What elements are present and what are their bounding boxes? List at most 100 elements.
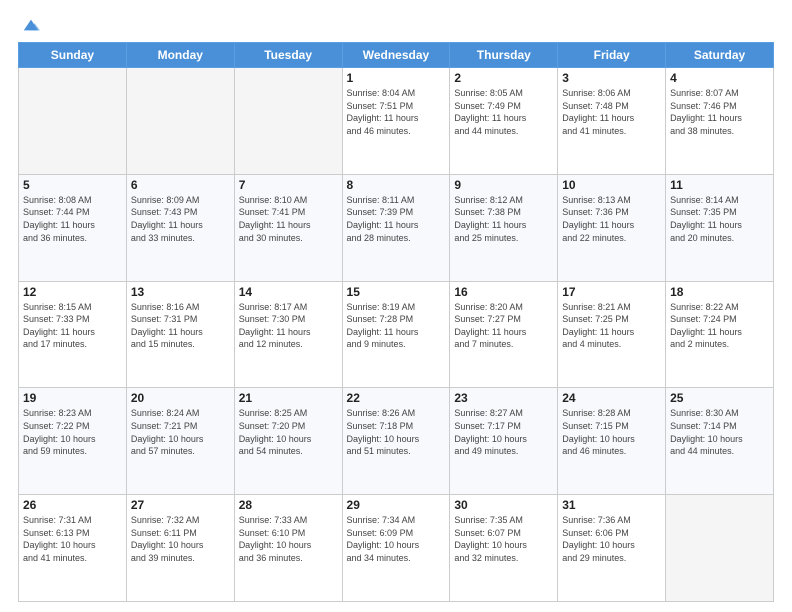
calendar-cell xyxy=(19,68,127,175)
day-info: Sunrise: 7:31 AM Sunset: 6:13 PM Dayligh… xyxy=(23,514,122,564)
day-info: Sunrise: 8:05 AM Sunset: 7:49 PM Dayligh… xyxy=(454,87,553,137)
day-info: Sunrise: 8:24 AM Sunset: 7:21 PM Dayligh… xyxy=(131,407,230,457)
day-info: Sunrise: 8:22 AM Sunset: 7:24 PM Dayligh… xyxy=(670,301,769,351)
day-info: Sunrise: 8:15 AM Sunset: 7:33 PM Dayligh… xyxy=(23,301,122,351)
calendar-table: SundayMondayTuesdayWednesdayThursdayFrid… xyxy=(18,42,774,602)
day-number: 11 xyxy=(670,178,769,192)
logo xyxy=(18,16,40,34)
day-info: Sunrise: 8:11 AM Sunset: 7:39 PM Dayligh… xyxy=(347,194,446,244)
calendar-week-4: 19Sunrise: 8:23 AM Sunset: 7:22 PM Dayli… xyxy=(19,388,774,495)
day-number: 14 xyxy=(239,285,338,299)
weekday-header-saturday: Saturday xyxy=(666,43,774,68)
day-number: 24 xyxy=(562,391,661,405)
calendar-cell: 16 Sunrise: 8:20 AM Sunset: 7:27 PM Dayli… xyxy=(450,281,558,388)
calendar-cell: 24Sunrise: 8:28 AM Sunset: 7:15 PM Dayli… xyxy=(558,388,666,495)
calendar-cell: 1 Sunrise: 8:04 AM Sunset: 7:51 PM Daylig… xyxy=(342,68,450,175)
calendar-cell: 20 Sunrise: 8:24 AM Sunset: 7:21 PM Dayli… xyxy=(126,388,234,495)
calendar-cell: 5 Sunrise: 8:08 AM Sunset: 7:44 PM Daylig… xyxy=(19,174,127,281)
calendar-cell: 13 Sunrise: 8:16 AM Sunset: 7:31 PM Dayli… xyxy=(126,281,234,388)
day-number: 31 xyxy=(562,498,661,512)
day-number: 3 xyxy=(562,71,661,85)
day-number: 16 xyxy=(454,285,553,299)
day-info: Sunrise: 8:13 AM Sunset: 7:36 PM Dayligh… xyxy=(562,194,661,244)
day-info: Sunrise: 8:30 AM Sunset: 7:14 PM Dayligh… xyxy=(670,407,769,457)
day-info: Sunrise: 8:21 AM Sunset: 7:25 PM Dayligh… xyxy=(562,301,661,351)
weekday-header-sunday: Sunday xyxy=(19,43,127,68)
day-info: Sunrise: 8:10 AM Sunset: 7:41 PM Dayligh… xyxy=(239,194,338,244)
day-info: Sunrise: 7:33 AM Sunset: 6:10 PM Dayligh… xyxy=(239,514,338,564)
calendar-week-2: 5 Sunrise: 8:08 AM Sunset: 7:44 PM Daylig… xyxy=(19,174,774,281)
day-number: 9 xyxy=(454,178,553,192)
calendar-cell: 22 Sunrise: 8:26 AM Sunset: 7:18 PM Dayli… xyxy=(342,388,450,495)
calendar-cell: 25 Sunrise: 8:30 AM Sunset: 7:14 PM Dayli… xyxy=(666,388,774,495)
weekday-header-friday: Friday xyxy=(558,43,666,68)
day-info: Sunrise: 7:36 AM Sunset: 6:06 PM Dayligh… xyxy=(562,514,661,564)
calendar-cell: 9 Sunrise: 8:12 AM Sunset: 7:38 PM Daylig… xyxy=(450,174,558,281)
day-number: 29 xyxy=(347,498,446,512)
calendar-cell: 11Sunrise: 8:14 AM Sunset: 7:35 PM Dayli… xyxy=(666,174,774,281)
day-info: Sunrise: 8:25 AM Sunset: 7:20 PM Dayligh… xyxy=(239,407,338,457)
day-number: 18 xyxy=(670,285,769,299)
calendar-week-5: 26 Sunrise: 7:31 AM Sunset: 6:13 PM Dayli… xyxy=(19,495,774,602)
weekday-header-monday: Monday xyxy=(126,43,234,68)
day-info: Sunrise: 8:06 AM Sunset: 7:48 PM Dayligh… xyxy=(562,87,661,137)
day-info: Sunrise: 8:16 AM Sunset: 7:31 PM Dayligh… xyxy=(131,301,230,351)
day-number: 19 xyxy=(23,391,122,405)
calendar-cell: 3 Sunrise: 8:06 AM Sunset: 7:48 PM Daylig… xyxy=(558,68,666,175)
calendar-body: 1 Sunrise: 8:04 AM Sunset: 7:51 PM Daylig… xyxy=(19,68,774,602)
day-number: 10 xyxy=(562,178,661,192)
day-number: 1 xyxy=(347,71,446,85)
day-number: 6 xyxy=(131,178,230,192)
calendar-cell: 18 Sunrise: 8:22 AM Sunset: 7:24 PM Dayli… xyxy=(666,281,774,388)
calendar-week-1: 1 Sunrise: 8:04 AM Sunset: 7:51 PM Daylig… xyxy=(19,68,774,175)
calendar-header: SundayMondayTuesdayWednesdayThursdayFrid… xyxy=(19,43,774,68)
day-info: Sunrise: 8:09 AM Sunset: 7:43 PM Dayligh… xyxy=(131,194,230,244)
weekday-header-tuesday: Tuesday xyxy=(234,43,342,68)
calendar-cell: 21Sunrise: 8:25 AM Sunset: 7:20 PM Dayli… xyxy=(234,388,342,495)
day-info: Sunrise: 7:32 AM Sunset: 6:11 PM Dayligh… xyxy=(131,514,230,564)
calendar-cell xyxy=(234,68,342,175)
calendar-cell: 4 Sunrise: 8:07 AM Sunset: 7:46 PM Daylig… xyxy=(666,68,774,175)
day-number: 15 xyxy=(347,285,446,299)
calendar-cell: 12 Sunrise: 8:15 AM Sunset: 7:33 PM Dayli… xyxy=(19,281,127,388)
calendar-cell: 10 Sunrise: 8:13 AM Sunset: 7:36 PM Dayli… xyxy=(558,174,666,281)
day-number: 30 xyxy=(454,498,553,512)
day-number: 28 xyxy=(239,498,338,512)
day-number: 20 xyxy=(131,391,230,405)
day-number: 13 xyxy=(131,285,230,299)
day-info: Sunrise: 8:12 AM Sunset: 7:38 PM Dayligh… xyxy=(454,194,553,244)
calendar-cell: 17Sunrise: 8:21 AM Sunset: 7:25 PM Dayli… xyxy=(558,281,666,388)
day-info: Sunrise: 8:07 AM Sunset: 7:46 PM Dayligh… xyxy=(670,87,769,137)
day-number: 22 xyxy=(347,391,446,405)
day-number: 12 xyxy=(23,285,122,299)
calendar-cell: 26 Sunrise: 7:31 AM Sunset: 6:13 PM Dayli… xyxy=(19,495,127,602)
day-info: Sunrise: 8:26 AM Sunset: 7:18 PM Dayligh… xyxy=(347,407,446,457)
day-info: Sunrise: 7:35 AM Sunset: 6:07 PM Dayligh… xyxy=(454,514,553,564)
day-number: 4 xyxy=(670,71,769,85)
day-number: 25 xyxy=(670,391,769,405)
calendar-cell: 15Sunrise: 8:19 AM Sunset: 7:28 PM Dayli… xyxy=(342,281,450,388)
day-number: 26 xyxy=(23,498,122,512)
day-info: Sunrise: 7:34 AM Sunset: 6:09 PM Dayligh… xyxy=(347,514,446,564)
calendar-cell: 2 Sunrise: 8:05 AM Sunset: 7:49 PM Daylig… xyxy=(450,68,558,175)
calendar-cell: 31 Sunrise: 7:36 AM Sunset: 6:06 PM Dayli… xyxy=(558,495,666,602)
day-number: 2 xyxy=(454,71,553,85)
calendar-cell: 23Sunrise: 8:27 AM Sunset: 7:17 PM Dayli… xyxy=(450,388,558,495)
calendar-cell: 6 Sunrise: 8:09 AM Sunset: 7:43 PM Daylig… xyxy=(126,174,234,281)
calendar-cell: 8 Sunrise: 8:11 AM Sunset: 7:39 PM Daylig… xyxy=(342,174,450,281)
calendar-cell: 14Sunrise: 8:17 AM Sunset: 7:30 PM Dayli… xyxy=(234,281,342,388)
day-number: 7 xyxy=(239,178,338,192)
day-info: Sunrise: 8:04 AM Sunset: 7:51 PM Dayligh… xyxy=(347,87,446,137)
calendar-cell xyxy=(126,68,234,175)
day-number: 8 xyxy=(347,178,446,192)
logo-icon xyxy=(22,16,40,34)
day-number: 5 xyxy=(23,178,122,192)
weekday-header-thursday: Thursday xyxy=(450,43,558,68)
calendar-cell: 28 Sunrise: 7:33 AM Sunset: 6:10 PM Dayli… xyxy=(234,495,342,602)
day-info: Sunrise: 8:20 AM Sunset: 7:27 PM Dayligh… xyxy=(454,301,553,351)
weekday-header-row: SundayMondayTuesdayWednesdayThursdayFrid… xyxy=(19,43,774,68)
calendar-cell: 7 Sunrise: 8:10 AM Sunset: 7:41 PM Daylig… xyxy=(234,174,342,281)
calendar-cell: 29 Sunrise: 7:34 AM Sunset: 6:09 PM Dayli… xyxy=(342,495,450,602)
day-info: Sunrise: 8:08 AM Sunset: 7:44 PM Dayligh… xyxy=(23,194,122,244)
calendar-week-3: 12 Sunrise: 8:15 AM Sunset: 7:33 PM Dayli… xyxy=(19,281,774,388)
